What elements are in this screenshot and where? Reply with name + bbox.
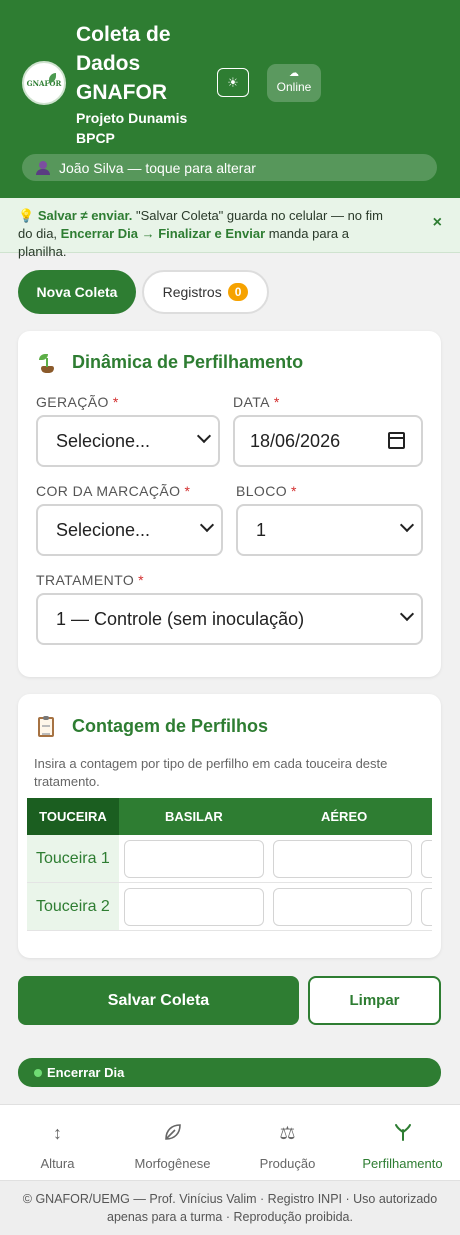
user-selector[interactable]: João Silva — toque para alterar xyxy=(22,154,437,181)
tip-banner: 💡 Salvar ≠ enviar. "Salvar Coleta" guard… xyxy=(0,198,460,259)
clipboard-icon xyxy=(38,715,54,737)
count-input[interactable] xyxy=(421,888,432,926)
app-subtitle: Projeto Dunamis BPCP xyxy=(76,110,188,146)
chevron-down-icon xyxy=(399,606,415,622)
contagem-card: Contagem de Perfilhos Insira a contagem … xyxy=(18,694,441,958)
cor-label: COR DA MARCAÇÃO * xyxy=(36,483,191,499)
theme-toggle-button[interactable]: ☀ xyxy=(217,68,249,97)
app-header: GNAFOR Coleta de Dados GNAFOR Projeto Du… xyxy=(0,0,460,198)
nav-item-producao[interactable]: ⚖ Produção xyxy=(230,1105,345,1181)
table-row: Touceira 1 xyxy=(27,835,432,883)
aereo-input[interactable] xyxy=(273,840,412,878)
column-header: AÉREO xyxy=(321,809,368,824)
online-status-badge: ☁ Online xyxy=(267,64,321,102)
data-label: DATA * xyxy=(233,394,280,410)
bloco-select[interactable]: 1 xyxy=(236,504,423,556)
nav-item-perfilhamento[interactable]: Perfilhamento xyxy=(345,1105,460,1181)
row-label: Touceira 1 xyxy=(27,835,119,882)
column-header: BASILAR xyxy=(165,809,223,824)
sun-icon: ☀ xyxy=(227,74,239,90)
nav-item-morfogenese[interactable]: Morfogênese xyxy=(115,1105,230,1181)
table-header: TOUCEIRA BASILAR AÉREO xyxy=(27,798,432,835)
sprout-icon xyxy=(38,353,56,373)
scale-icon: ⚖ xyxy=(279,1123,296,1143)
date-input[interactable]: 18/06/2026 xyxy=(233,415,423,467)
table-row: Touceira 2 xyxy=(27,883,432,931)
column-header: TOUCEIRA xyxy=(27,798,119,835)
cloud-icon: ☁ xyxy=(289,68,299,79)
sprout-icon xyxy=(345,1122,460,1144)
geracao-label: GERAÇÃO * xyxy=(36,394,119,410)
user-label: João Silva — toque para alterar xyxy=(59,159,256,176)
app-title: Coleta de Dados GNAFOR xyxy=(76,23,171,104)
bottom-nav: ↕ Altura Morfogênese ⚖ Produção Perfilha… xyxy=(0,1104,460,1180)
tab-nova-coleta[interactable]: Nova Coleta xyxy=(18,270,136,314)
count-description: Insira a contagem por tipo de perfilho e… xyxy=(34,756,388,789)
nav-item-altura[interactable]: ↕ Altura xyxy=(0,1105,115,1181)
card-title: Dinâmica de Perfilhamento xyxy=(38,352,303,373)
dinamica-card: Dinâmica de Perfilhamento GERAÇÃO * DATA *… xyxy=(18,331,441,677)
user-icon xyxy=(36,160,50,175)
chevron-down-icon xyxy=(399,517,415,533)
count-input[interactable] xyxy=(421,840,432,878)
tratamento-select[interactable]: 1 — Controle (sem inoculação) xyxy=(36,593,423,645)
lightbulb-icon: 💡 xyxy=(18,208,35,223)
card-title: Contagem de Perfilhos xyxy=(38,715,268,737)
cor-select[interactable]: Selecione... xyxy=(36,504,223,556)
records-count-badge: 0 xyxy=(227,283,249,301)
basilar-input[interactable] xyxy=(124,840,264,878)
tab-registros[interactable]: Registros 0 xyxy=(142,270,269,314)
geracao-select[interactable]: Selecione... xyxy=(36,415,220,467)
aereo-input[interactable] xyxy=(273,888,412,926)
end-day-button[interactable]: Encerrar Dia xyxy=(18,1058,441,1087)
calendar-icon[interactable] xyxy=(388,432,405,449)
leaf-icon xyxy=(115,1122,230,1144)
save-button[interactable]: Salvar Coleta xyxy=(18,976,299,1025)
status-dot-icon xyxy=(34,1068,42,1077)
clear-button[interactable]: Limpar xyxy=(308,976,441,1025)
chevron-down-icon xyxy=(199,517,215,533)
row-label: Touceira 2 xyxy=(27,883,119,930)
gnafor-logo: GNAFOR xyxy=(22,61,66,105)
copyright-footer: © GNAFOR/UEMG — Prof. Vinícius Valim · R… xyxy=(0,1180,460,1235)
chevron-down-icon xyxy=(196,428,212,444)
close-icon[interactable]: × xyxy=(433,214,442,232)
bloco-label: BLOCO * xyxy=(236,483,297,499)
basilar-input[interactable] xyxy=(124,888,264,926)
up-down-arrows-icon: ↕ xyxy=(53,1123,62,1143)
tratamento-label: TRATAMENTO * xyxy=(36,572,144,588)
